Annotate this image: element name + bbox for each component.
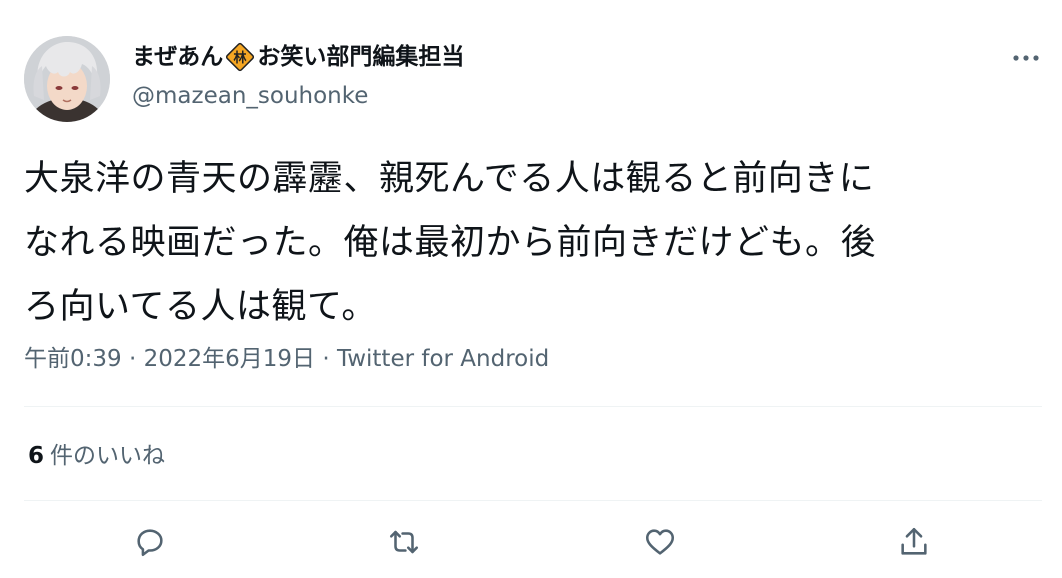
likes-count: 6 bbox=[28, 443, 45, 469]
share-button[interactable] bbox=[894, 522, 934, 562]
avatar[interactable] bbox=[24, 36, 110, 122]
retweet-icon bbox=[389, 530, 419, 554]
tweet-date[interactable]: 2022年6月19日 bbox=[144, 346, 315, 372]
reply-icon bbox=[137, 529, 163, 557]
tweet-time[interactable]: 午前0:39 bbox=[24, 346, 122, 372]
hiking-sign-badge-icon: 林 bbox=[226, 42, 255, 72]
author-block: まぜあん 林 お笑い部門編集担当 @mazean_souhonke bbox=[132, 40, 464, 113]
likes-label: 件のいいね bbox=[50, 443, 166, 469]
divider bbox=[24, 406, 1042, 407]
meta-separator: · bbox=[128, 346, 137, 372]
likes-summary[interactable]: 6 件のいいね bbox=[28, 438, 165, 474]
badge-text: 林 bbox=[234, 50, 247, 66]
like-icon bbox=[645, 529, 675, 555]
avatar-image bbox=[24, 36, 110, 122]
tweet-text-line: なれる映画だった。俺は最初から前向きだけども。後 bbox=[24, 223, 877, 263]
share-icon bbox=[901, 527, 927, 555]
reply-button[interactable] bbox=[130, 522, 170, 562]
divider bbox=[24, 500, 1042, 501]
more-options-button[interactable] bbox=[1008, 44, 1044, 72]
more-horizontal-icon bbox=[1013, 55, 1039, 61]
display-name-suffix: お笑い部門編集担当 bbox=[257, 44, 465, 70]
user-handle[interactable]: @mazean_souhonke bbox=[132, 79, 464, 113]
like-button[interactable] bbox=[640, 522, 680, 562]
display-name[interactable]: まぜあん 林 お笑い部門編集担当 bbox=[132, 40, 464, 74]
tweet-detail: まぜあん 林 お笑い部門編集担当 @mazean_souhonke 大泉洋の青天… bbox=[0, 0, 1062, 578]
tweet-metadata: 午前0:39 · 2022年6月19日 · Twitter for Androi… bbox=[24, 341, 549, 377]
tweet-text: 大泉洋の青天の霹靂、親死んでる人は観ると前向きに なれる映画だった。俺は最初から… bbox=[24, 147, 1034, 339]
display-name-prefix: まぜあん bbox=[132, 44, 224, 70]
tweet-text-line: ろ向いてる人は観て。 bbox=[24, 287, 377, 327]
tweet-source[interactable]: Twitter for Android bbox=[337, 346, 549, 372]
tweet-text-line: 大泉洋の青天の霹靂、親死んでる人は観ると前向きに bbox=[24, 159, 875, 199]
meta-separator: · bbox=[322, 346, 330, 372]
retweet-button[interactable] bbox=[384, 522, 424, 562]
